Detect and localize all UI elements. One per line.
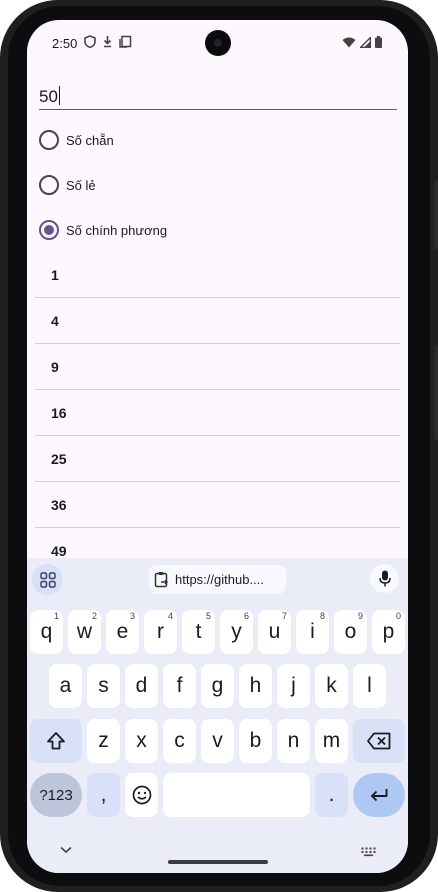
key-z[interactable]: z <box>87 719 120 763</box>
signal-icon <box>360 36 371 48</box>
comma-key[interactable]: , <box>87 773 120 817</box>
key-v[interactable]: v <box>201 719 234 763</box>
period-key[interactable]: . <box>315 773 348 817</box>
key-n[interactable]: n <box>277 719 310 763</box>
space-key[interactable] <box>163 773 310 817</box>
keyboard-switch-icon[interactable] <box>361 847 377 857</box>
key-y[interactable]: y6 <box>220 610 253 654</box>
number-input-value: 50 <box>39 86 61 107</box>
backspace-key[interactable] <box>353 719 405 763</box>
voice-input-button[interactable] <box>370 564 399 593</box>
list-item: 16 <box>35 390 400 436</box>
key-q[interactable]: q1 <box>30 610 63 654</box>
list-item-text: 49 <box>51 543 67 559</box>
keyboard-apps-button[interactable] <box>32 564 63 595</box>
shift-key[interactable] <box>30 719 82 763</box>
key-w[interactable]: w2 <box>68 610 101 654</box>
key-p[interactable]: p0 <box>372 610 405 654</box>
radio-perfect-squares[interactable]: Số chính phương <box>39 218 167 242</box>
screen: 2:50 50 Số chẵn Số lẻ Số chính phương 1 … <box>27 20 408 873</box>
key-b[interactable]: b <box>239 719 272 763</box>
key-l[interactable]: l <box>353 664 386 708</box>
key-j[interactable]: j <box>277 664 310 708</box>
key-i[interactable]: i8 <box>296 610 329 654</box>
list-item-text: 25 <box>51 451 67 467</box>
list-item-text: 36 <box>51 497 67 513</box>
enter-key[interactable] <box>353 773 405 817</box>
key-f[interactable]: f <box>163 664 196 708</box>
key-a[interactable]: a <box>49 664 82 708</box>
symbols-key[interactable]: ?123 <box>30 773 82 817</box>
key-e[interactable]: e3 <box>106 610 139 654</box>
backspace-icon <box>367 732 391 750</box>
status-time: 2:50 <box>52 36 78 51</box>
number-input[interactable]: 50 <box>39 82 397 110</box>
microphone-icon <box>378 570 391 587</box>
key-d[interactable]: d <box>125 664 158 708</box>
shield-icon <box>84 35 96 48</box>
key-h[interactable]: h <box>239 664 272 708</box>
emoji-key[interactable] <box>125 773 158 817</box>
list-item: 4 <box>35 298 400 344</box>
list-item-text: 16 <box>51 405 67 421</box>
grid-icon <box>39 571 56 588</box>
on-screen-keyboard: https://github.... q1 w2 e3 r4 t5 y6 u7 … <box>27 558 408 873</box>
list-item-text: 9 <box>51 359 59 375</box>
clipboard-icon <box>119 35 132 48</box>
key-c[interactable]: c <box>163 719 196 763</box>
clipboard-suggestion-text: https://github.... <box>175 572 264 587</box>
key-m[interactable]: m <box>315 719 348 763</box>
radio-button-icon <box>39 175 59 195</box>
download-icon <box>103 36 112 48</box>
radio-odd-numbers[interactable]: Số lẻ <box>39 173 96 197</box>
radio-label: Số chẵn <box>66 132 114 148</box>
key-u[interactable]: u7 <box>258 610 291 654</box>
volume-button <box>434 180 438 250</box>
text-caret <box>58 86 61 105</box>
radio-label: Số lẻ <box>66 177 96 193</box>
camera-cutout <box>205 30 231 56</box>
radio-label: Số chính phương <box>66 222 168 238</box>
wifi-icon <box>342 37 356 47</box>
shift-icon <box>47 732 65 750</box>
key-x[interactable]: x <box>125 719 158 763</box>
radio-button-checked-icon <box>39 220 59 240</box>
device-frame: 2:50 50 Số chẵn Số lẻ Số chính phương 1 … <box>0 0 438 892</box>
status-icons-right <box>342 36 382 48</box>
key-r[interactable]: r4 <box>144 610 177 654</box>
clipboard-suggestion-chip[interactable]: https://github.... <box>149 565 286 594</box>
key-t[interactable]: t5 <box>182 610 215 654</box>
status-icons-left <box>84 35 132 48</box>
chevron-down-icon[interactable] <box>60 846 72 854</box>
power-button <box>434 345 438 440</box>
keyboard-toolbar: https://github.... <box>27 558 408 602</box>
key-s[interactable]: s <box>87 664 120 708</box>
navigation-bar <box>27 828 408 873</box>
key-o[interactable]: o9 <box>334 610 367 654</box>
enter-icon <box>371 789 388 802</box>
result-list[interactable]: 1 4 9 16 25 36 49 <box>35 252 400 574</box>
status-bar: 2:50 <box>27 20 408 66</box>
list-item: 36 <box>35 482 400 528</box>
battery-icon <box>375 36 382 48</box>
list-item: 1 <box>35 252 400 298</box>
list-item-text: 1 <box>51 267 59 283</box>
list-item-text: 4 <box>51 313 59 329</box>
emoji-icon <box>132 785 151 805</box>
radio-button-icon <box>39 130 59 150</box>
clipboard-link-icon <box>154 572 168 588</box>
list-item: 9 <box>35 344 400 390</box>
key-g[interactable]: g <box>201 664 234 708</box>
home-gesture-bar[interactable] <box>168 860 268 864</box>
list-item: 25 <box>35 436 400 482</box>
radio-even-numbers[interactable]: Số chẵn <box>39 128 114 152</box>
key-k[interactable]: k <box>315 664 348 708</box>
